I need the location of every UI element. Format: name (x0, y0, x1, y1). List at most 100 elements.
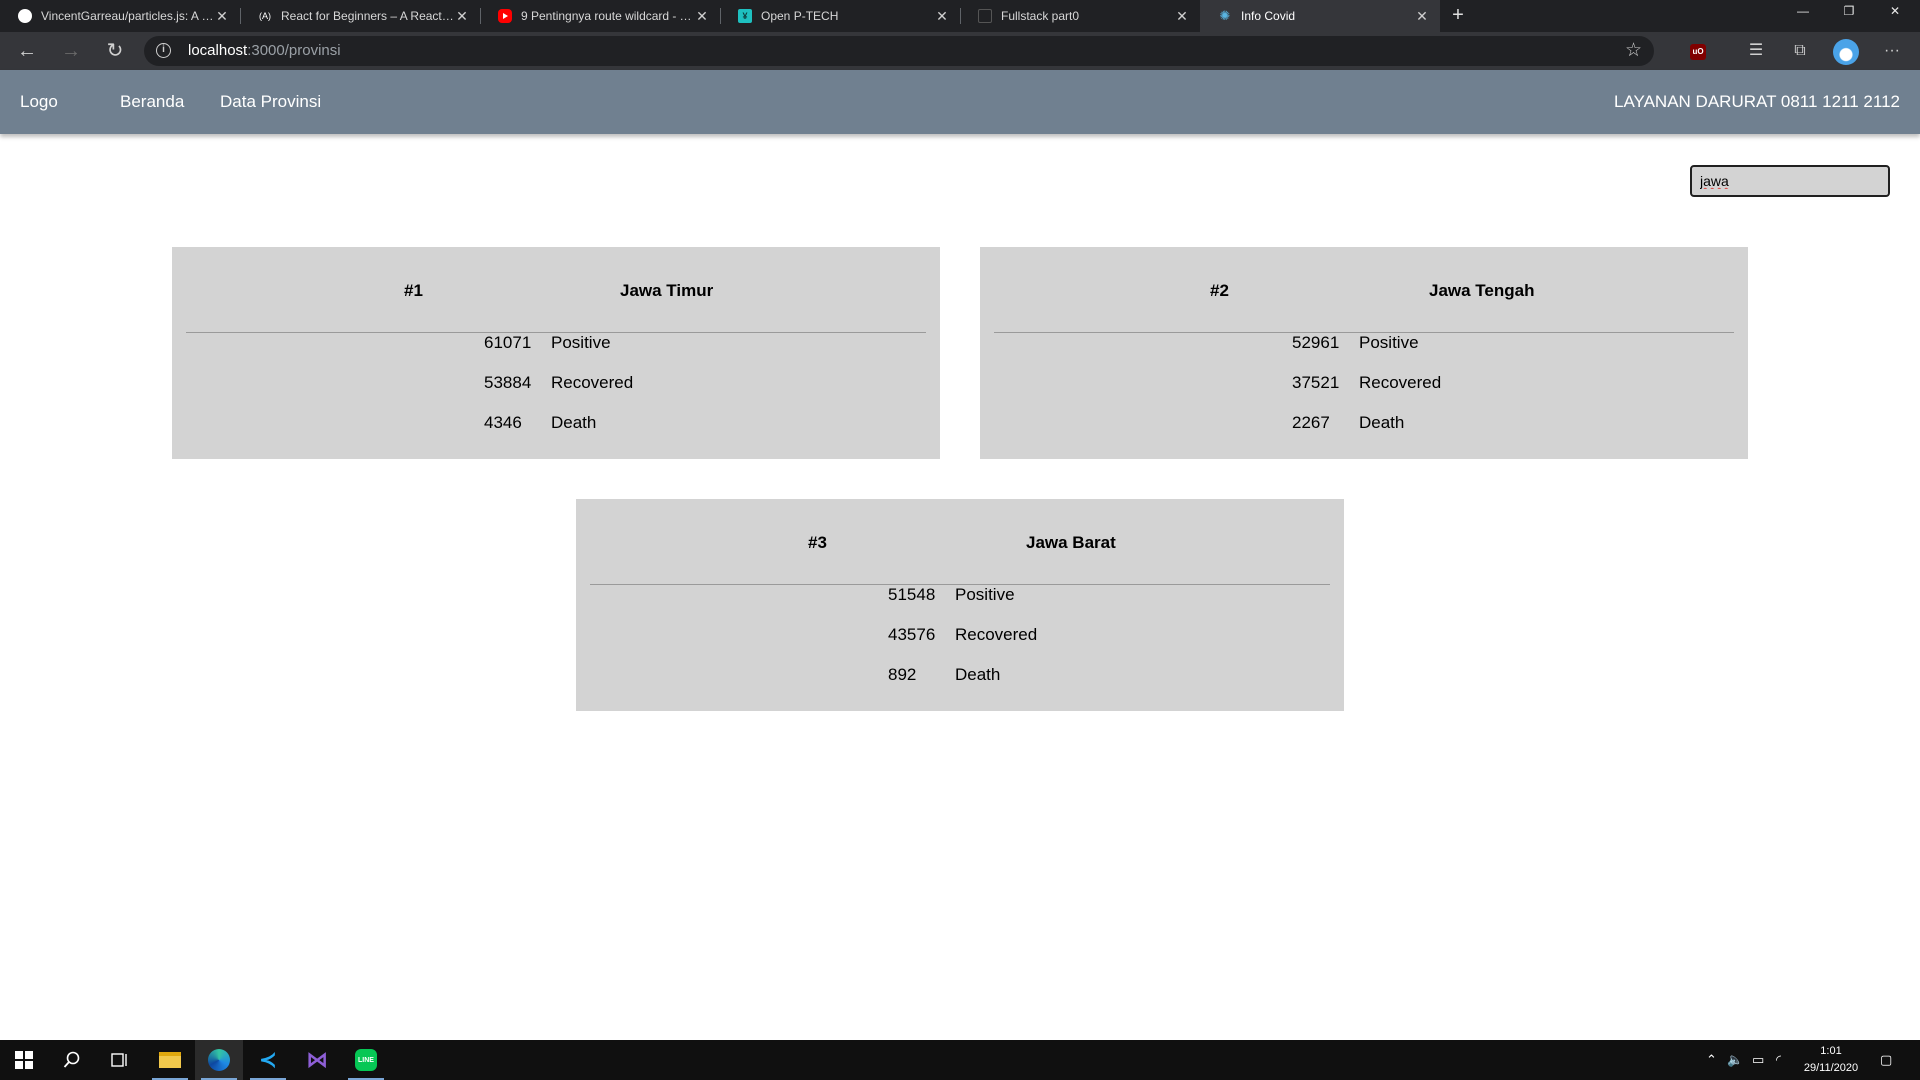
site-navbar: Logo Beranda Data Provinsi LAYANAN DARUR… (0, 70, 1920, 134)
stat-value: 892 (888, 665, 917, 684)
url-text[interactable]: localhost:3000/provinsi (188, 42, 341, 59)
vscode-icon[interactable]: ≺ (244, 1040, 292, 1080)
tab-youtube[interactable]: 9 Pentingnya route wildcard - YouTube ✕ (480, 0, 720, 32)
task-view-icon[interactable] (96, 1040, 144, 1080)
network-icon[interactable]: ◜ (1776, 1040, 1781, 1080)
stat-value: 53884 (484, 373, 532, 392)
tab-title: 9 Pentingnya route wildcard - YouTube (521, 9, 694, 23)
tab-title: Fullstack part0 (1001, 9, 1080, 23)
card-header: #3 Jawa Barat (590, 499, 1330, 585)
ublock-extension-icon[interactable]: uO (1690, 44, 1706, 60)
profile-avatar[interactable] (1833, 39, 1859, 65)
card-header: #2 Jawa Tengah (994, 247, 1734, 333)
stat-value: 52961 (1292, 333, 1340, 352)
tab-info-covid[interactable]: ✺ Info Covid ✕ (1200, 0, 1440, 32)
line-logo-icon: LINE (355, 1049, 377, 1071)
tab-title: VincentGarreau/particles.js: A lightweig… (41, 9, 214, 23)
close-icon[interactable]: ✕ (454, 8, 470, 25)
close-icon[interactable]: ✕ (1414, 8, 1430, 25)
close-icon[interactable]: ✕ (694, 8, 710, 25)
restore-icon[interactable]: ❐ (1826, 0, 1872, 32)
info-icon[interactable]: i (156, 43, 171, 58)
stat-value: 61071 (484, 333, 532, 352)
close-icon[interactable]: ✕ (214, 8, 230, 25)
notification-center-icon[interactable]: ▢ (1880, 1040, 1892, 1080)
more-menu-icon[interactable]: ··· (1874, 32, 1910, 70)
stat-label: Recovered (551, 373, 634, 392)
close-icon[interactable]: ✕ (1174, 8, 1190, 25)
tab-title: Open P-TECH (761, 9, 839, 23)
clock-date: 29/11/2020 (1803, 1062, 1859, 1074)
battery-icon[interactable]: ▭ (1752, 1040, 1764, 1080)
edge-browser-icon[interactable] (195, 1040, 243, 1080)
covid-icon: ✺ (1219, 8, 1231, 23)
collections-icon[interactable]: ⧉ (1782, 32, 1818, 70)
reload-icon[interactable]: ↻ (97, 32, 133, 70)
province-card: #1 Jawa Timur 61071 Positive 53884 Recov… (172, 247, 940, 459)
github-icon (18, 9, 32, 23)
vscode-logo-icon: ≺ (258, 1047, 278, 1072)
province-name: Jawa Timur (620, 281, 714, 300)
blank-page-icon (978, 9, 992, 23)
favorite-star-icon[interactable]: ☆ (1625, 39, 1642, 62)
province-rank: #1 (404, 281, 423, 300)
address-bar[interactable]: i localhost:3000/provinsi ☆ (144, 36, 1654, 66)
province-search-input[interactable] (1690, 165, 1890, 197)
browser-toolbar: ← → ↻ i localhost:3000/provinsi ☆ ☰ ⧉ ··… (0, 32, 1920, 70)
province-rank: #2 (1210, 281, 1229, 300)
browser-tab-strip: VincentGarreau/particles.js: A lightweig… (0, 0, 1920, 32)
tab-github[interactable]: VincentGarreau/particles.js: A lightweig… (0, 0, 240, 32)
search-icon[interactable] (48, 1040, 96, 1080)
file-explorer-icon[interactable] (146, 1040, 194, 1080)
system-clock[interactable]: 1:01 29/11/2020 (1795, 1043, 1867, 1077)
windows-taskbar: ≺ ⋈ LINE ⌃ 🔈 ▭ ◜ 1:01 29/11/2020 ▢ (0, 1040, 1920, 1080)
tab-fullstack[interactable]: Fullstack part0 ✕ (960, 0, 1200, 32)
new-tab-button[interactable]: + (1447, 0, 1469, 32)
tab-ptech[interactable]: ¥ Open P-TECH ✕ (720, 0, 960, 32)
stat-value: 4346 (484, 413, 522, 432)
province-name: Jawa Tengah (1429, 281, 1535, 300)
forward-icon[interactable]: → (53, 32, 89, 70)
stat-label: Recovered (955, 625, 1038, 644)
stat-label: Death (1359, 413, 1405, 432)
stat-label: Positive (955, 585, 1015, 604)
windows-start-icon[interactable] (0, 1040, 48, 1080)
province-rank: #3 (808, 533, 827, 552)
url-path: :3000/provinsi (247, 42, 341, 59)
minimize-icon[interactable]: — (1780, 0, 1826, 32)
folder-icon (159, 1052, 181, 1068)
edge-icon (208, 1049, 230, 1071)
tab-title: Info Covid (1241, 9, 1296, 23)
stat-label: Death (955, 665, 1001, 684)
visual-studio-logo-icon: ⋈ (306, 1047, 328, 1072)
province-name: Jawa Barat (1026, 533, 1116, 552)
province-card: #2 Jawa Tengah 52961 Positive 37521 Reco… (980, 247, 1748, 459)
stat-label: Recovered (1359, 373, 1442, 392)
react-icon: (A) (259, 11, 271, 21)
volume-icon[interactable]: 🔈 (1727, 1040, 1743, 1080)
tab-title: React for Beginners – A React.js Handboo… (281, 9, 454, 23)
visual-studio-icon[interactable]: ⋈ (293, 1040, 341, 1080)
url-host: localhost (188, 42, 248, 59)
line-app-icon[interactable]: LINE (342, 1040, 390, 1080)
nav-link-data-provinsi[interactable]: Data Provinsi (220, 70, 321, 134)
stat-label: Death (551, 413, 597, 432)
stat-value: 37521 (1292, 373, 1340, 392)
nav-logo[interactable]: Logo (20, 70, 58, 134)
clock-time: 1:01 (1820, 1045, 1842, 1057)
back-icon[interactable]: ← (9, 32, 45, 70)
close-icon[interactable]: ✕ (934, 8, 950, 25)
stat-label: Positive (1359, 333, 1419, 352)
province-card: #3 Jawa Barat 51548 Positive 43576 Recov… (576, 499, 1344, 711)
stat-label: Positive (551, 333, 611, 352)
show-hidden-icons-icon[interactable]: ⌃ (1706, 1040, 1717, 1080)
emergency-hotline: LAYANAN DARURAT 0811 1211 2112 (1613, 92, 1900, 111)
card-header: #1 Jawa Timur (186, 247, 926, 333)
nav-link-beranda[interactable]: Beranda (120, 70, 184, 134)
youtube-icon (498, 9, 512, 23)
tab-react[interactable]: (A) React for Beginners – A React.js Han… (240, 0, 480, 32)
stat-value: 51548 (888, 585, 936, 604)
close-window-icon[interactable]: ✕ (1872, 0, 1918, 32)
favorites-icon[interactable]: ☰ (1738, 32, 1774, 70)
stat-value: 2267 (1292, 413, 1330, 432)
